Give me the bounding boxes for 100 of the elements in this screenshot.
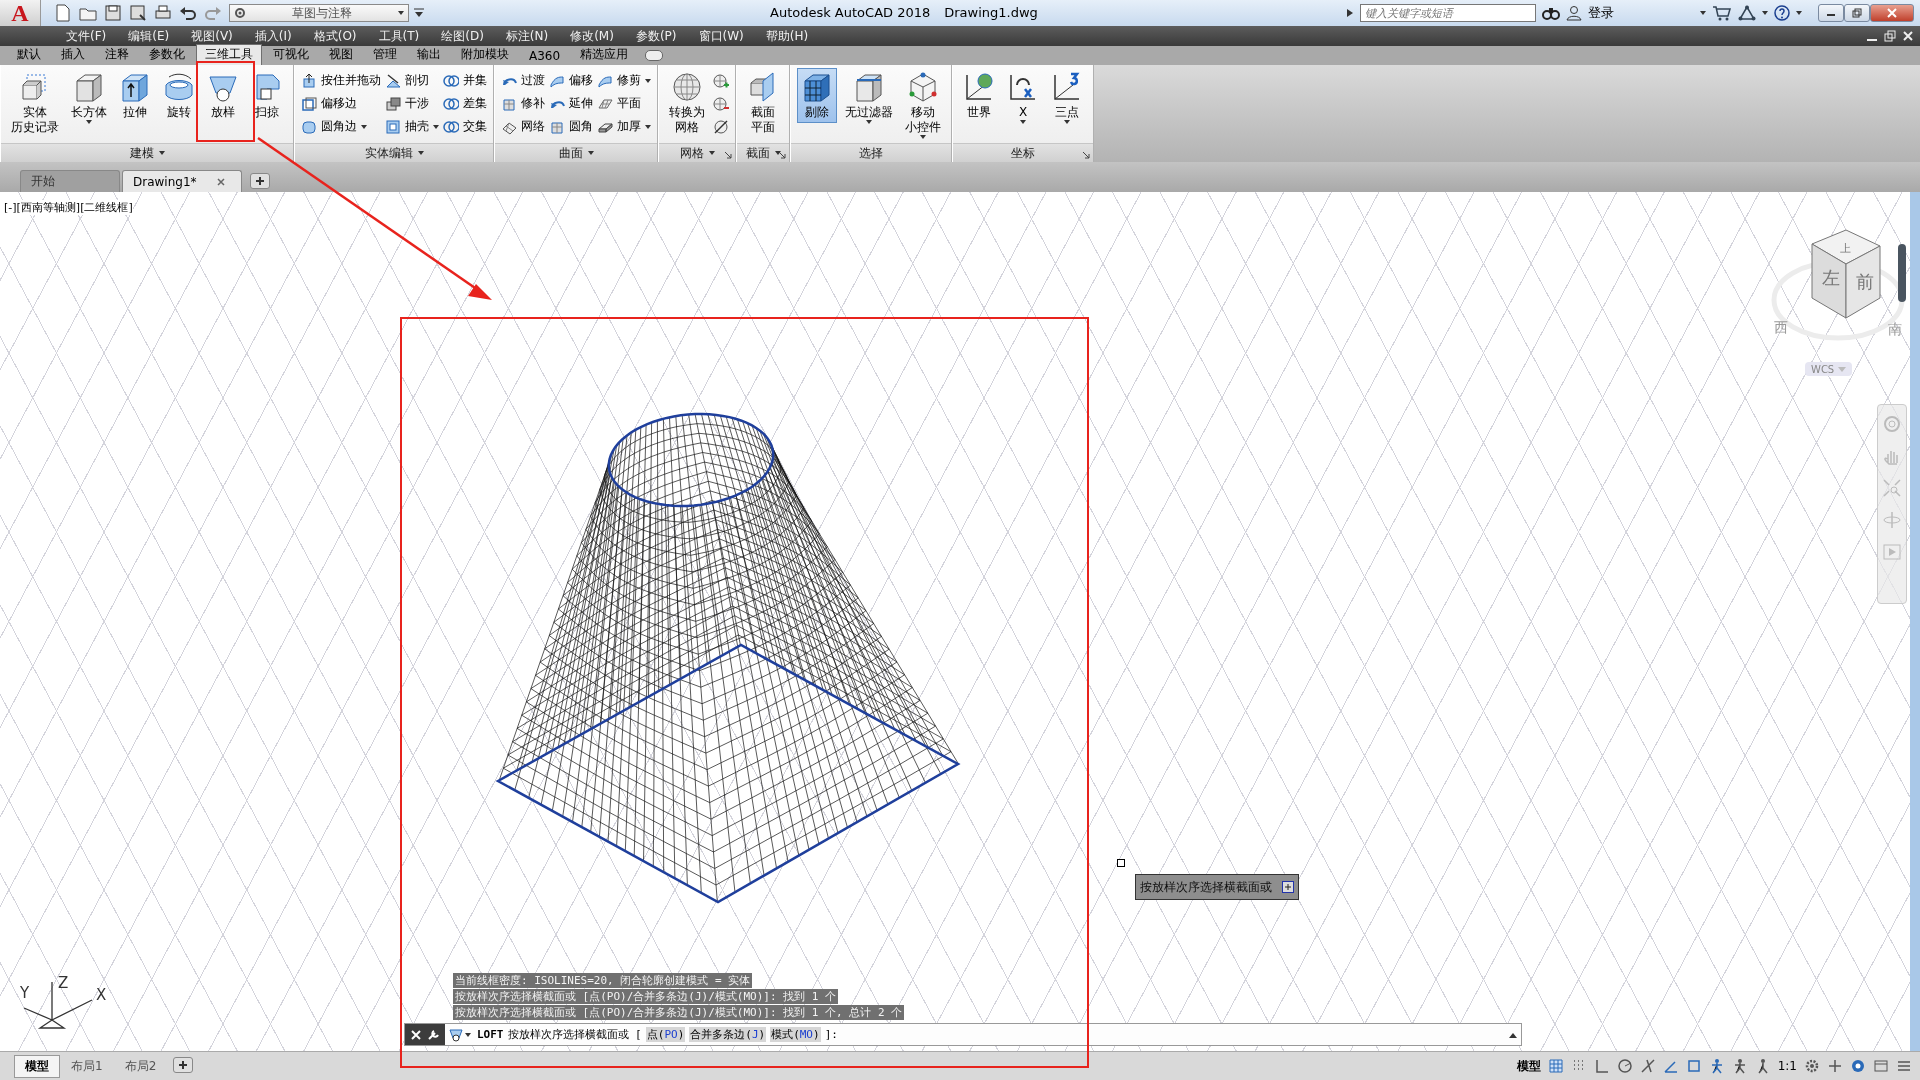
ribbon-button[interactable]: 并集 [443,70,487,91]
ribbon-button[interactable]: 修剪 [597,70,651,91]
view-cube[interactable] [1811,229,1881,319]
ribbon-tab[interactable]: 插入 [52,44,94,65]
ribbon-tab[interactable]: 管理 [364,44,406,65]
binoculars-icon[interactable] [1542,5,1560,21]
add-layout-button[interactable] [173,1056,194,1073]
ribbon-button[interactable]: 旋转 [159,68,199,123]
ribbon-button[interactable]: 扫掠 [247,68,287,123]
save-icon[interactable] [103,3,123,23]
diagonal-lines-icon[interactable] [1639,1058,1656,1074]
minimize-button[interactable] [1818,4,1844,22]
ribbon-button[interactable]: X [1003,68,1043,127]
ribbon-button[interactable]: 平面 [597,93,651,114]
cube-face-label[interactable]: 前 [1856,271,1874,292]
menu-item[interactable]: 窗口(W) [687,27,755,45]
menu-item[interactable]: 编辑(E) [117,27,181,45]
ribbon-button[interactable]: 三点 [1047,68,1087,127]
launcher-arrow-icon[interactable] [725,152,732,159]
menu-item[interactable]: 标注(N) [494,27,560,45]
ribbon-tab[interactable]: 三维工具 [196,44,262,65]
gear-icon[interactable] [1804,1058,1820,1074]
model-space-button[interactable]: 模型 [1516,1057,1541,1075]
ribbon-button[interactable]: 修补 [501,93,545,114]
menu-item[interactable]: 插入(I) [243,27,303,45]
ribbon-button[interactable]: 截面 平面 [743,68,783,138]
ribbon-tab[interactable]: 输出 [408,44,450,65]
restore-button[interactable] [1844,4,1870,22]
ribbon-button[interactable]: 世界 [959,68,999,123]
ribbon-button[interactable]: 移动 小控件 [901,68,945,142]
ribbon-tab[interactable]: 默认 [8,44,50,65]
ribbon-button[interactable]: 放样 [203,68,243,123]
isolate-icon[interactable] [1850,1058,1866,1074]
ribbon-button[interactable]: 实体 历史记录 [7,68,63,138]
ribbon-button[interactable]: 交集 [443,116,487,137]
cube-face-label[interactable]: 上 [1840,242,1851,255]
command-option[interactable]: 合并多条边(J) [689,1027,767,1042]
ribbon-tab[interactable]: 可视化 [264,44,318,65]
menu-item[interactable]: 文件(F) [55,27,118,45]
ribbon-button[interactable]: 圆角 [549,116,593,137]
ribbon-button[interactable]: 网络 [501,116,545,137]
ribbon-tab[interactable]: 注释 [96,44,138,65]
ribbon-tab[interactable]: 附加模块 [452,44,518,65]
ribbon-button[interactable]: 剖切 [385,70,439,91]
ribbon-button[interactable]: 加厚 [597,116,651,137]
ribbon-button[interactable]: 差集 [443,93,487,114]
grid-icon[interactable] [1547,1058,1564,1074]
menu-item[interactable]: 绘图(D) [430,27,495,45]
ribbon-button[interactable]: 抽壳 [385,116,439,137]
save-as-icon[interactable] [128,3,148,23]
angle-icon[interactable] [1593,1058,1610,1074]
menu-item[interactable]: 工具(T) [367,27,431,45]
viewport-label[interactable]: [-][西南等轴测][二维线框] [4,200,133,215]
angle-line-icon[interactable] [1662,1058,1679,1074]
menu-icon[interactable] [1896,1058,1912,1074]
close-button[interactable] [1870,4,1914,22]
annotation-scale-button[interactable]: 1:1 [1777,1059,1797,1073]
ribbon-tab[interactable]: 精选应用 [571,44,638,65]
polar-icon[interactable] [1616,1058,1633,1074]
ribbon-button[interactable]: 偏移边 [301,93,381,114]
menu-item[interactable]: 视图(V) [180,27,244,45]
menu-item[interactable]: 格式(O) [302,27,368,45]
customize-menu-icon[interactable] [413,7,425,19]
layout-tab[interactable]: 布局2 [113,1054,168,1078]
launcher-arrow-icon[interactable] [779,152,786,159]
help-icon[interactable] [1774,5,1790,21]
ribbon-button[interactable]: 偏移 [549,70,593,91]
ribbon-button[interactable]: 拉伸 [115,68,155,123]
new-tab-button[interactable] [250,173,270,189]
panel-toggle-button[interactable] [645,50,664,61]
scroll-bar[interactable] [1898,244,1906,302]
sign-in-button[interactable]: 登录 [1588,4,1614,22]
workspace-dropdown[interactable]: 草图与注释 [229,4,409,22]
launcher-arrow-icon[interactable] [1083,152,1090,159]
cart-icon[interactable] [1712,5,1732,21]
window-icon[interactable] [1873,1058,1889,1074]
ribbon-tab[interactable]: A360 [520,47,570,65]
app-logo[interactable]: A [0,0,41,26]
restore-icon[interactable] [1884,30,1896,42]
ribbon-tab[interactable]: 视图 [320,44,362,65]
ribbon-tab[interactable]: 参数化 [140,44,194,65]
ribbon-button[interactable]: 圆角边 [301,116,381,137]
menu-item[interactable]: 修改(M) [559,27,625,45]
ribbon-button[interactable]: 干涉 [385,93,439,114]
new-file-icon[interactable] [53,3,73,23]
wrench-icon[interactable] [427,1028,439,1041]
plus-icon[interactable] [1827,1058,1843,1074]
close-icon[interactable] [216,177,225,186]
expand-arrow-icon[interactable] [1346,8,1354,18]
command-option[interactable]: 模式(MO) [770,1027,821,1042]
expand-box-icon[interactable] [1282,881,1294,893]
command-option[interactable]: 点(PO) [645,1027,686,1042]
ribbon-button[interactable]: 按住并拖动 [301,70,381,91]
ribbon-button[interactable]: 剔除 [797,68,837,123]
menu-item[interactable]: 参数(P) [624,27,688,45]
ribbon-button[interactable]: 过渡 [501,70,545,91]
scroll-up-icon[interactable] [1509,1031,1517,1038]
menu-item[interactable]: 帮助(H) [754,27,820,45]
ribbon-button[interactable]: 延伸 [549,93,593,114]
search-field[interactable]: 键入关键字或短语 [1360,4,1536,22]
